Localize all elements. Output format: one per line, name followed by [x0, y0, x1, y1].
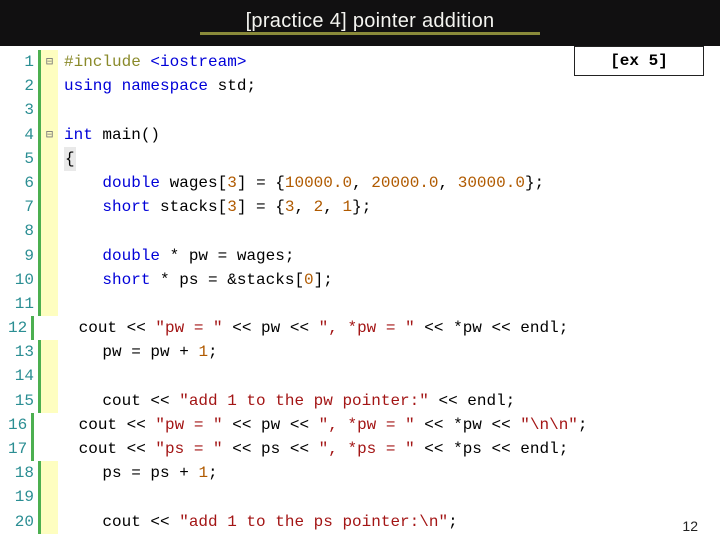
code-line: 14 [8, 364, 568, 388]
code-line: 12 cout << "pw = " << pw << ", *pw = " <… [8, 316, 568, 340]
code-text: ps = ps + 1; [58, 461, 218, 485]
fold-gutter [38, 268, 58, 292]
code-line: 10 short * ps = &stacks[0]; [8, 268, 568, 292]
fold-gutter [38, 389, 58, 413]
code-line: 5{ [8, 147, 568, 171]
line-number: 19 [8, 485, 38, 509]
code-line: 8 [8, 219, 568, 243]
code-line: 19 [8, 485, 568, 509]
fold-gutter [38, 364, 58, 388]
line-number: 9 [8, 244, 38, 268]
code-line: 6 double wages[3] = {10000.0, 20000.0, 3… [8, 171, 568, 195]
line-number: 14 [8, 364, 38, 388]
fold-gutter [38, 340, 58, 364]
code-line: 18 ps = ps + 1; [8, 461, 568, 485]
slide-title: [practice 4] pointer addition [200, 7, 540, 35]
fold-gutter [31, 437, 34, 461]
code-text: cout << "pw = " << pw << ", *pw = " << *… [34, 316, 568, 340]
code-line: 13 pw = pw + 1; [8, 340, 568, 364]
line-number: 12 [8, 316, 31, 340]
fold-gutter [38, 195, 58, 219]
fold-gutter [38, 171, 58, 195]
code-line: 4⊟int main() [8, 123, 568, 147]
fold-gutter [38, 98, 58, 122]
fold-gutter [38, 147, 58, 171]
code-line: 2 using namespace std; [8, 74, 568, 98]
line-number: 17 [8, 437, 31, 461]
fold-gutter [38, 244, 58, 268]
fold-gutter [38, 461, 58, 485]
code-line: 7 short stacks[3] = {3, 2, 1}; [8, 195, 568, 219]
code-text: cout << "pw = " << pw << ", *pw = " << *… [34, 413, 587, 437]
code-text: #include <iostream> [58, 50, 246, 74]
code-text [58, 485, 64, 509]
line-number: 5 [8, 147, 38, 171]
code-text: using namespace std; [58, 74, 256, 98]
line-number: 15 [8, 389, 38, 413]
code-text [58, 219, 64, 243]
line-number: 18 [8, 461, 38, 485]
fold-gutter [38, 292, 58, 316]
line-number: 6 [8, 171, 38, 195]
code-text: short * ps = &stacks[0]; [58, 268, 333, 292]
line-number: 13 [8, 340, 38, 364]
fold-gutter [38, 485, 58, 509]
code-text [58, 98, 64, 122]
code-text [58, 292, 64, 316]
code-editor: 1⊟#include <iostream>2using namespace st… [8, 50, 568, 534]
code-text: int main() [58, 123, 160, 147]
line-number: 2 [8, 74, 38, 98]
line-number: 4 [8, 123, 38, 147]
slide-title-bar: [practice 4] pointer addition [0, 0, 720, 46]
code-text: cout << "ps = " << ps << ", *ps = " << *… [34, 437, 568, 461]
code-line: 1⊟#include <iostream> [8, 50, 568, 74]
line-number: 16 [8, 413, 31, 437]
example-badge: [ex 5] [574, 46, 704, 76]
code-text: pw = pw + 1; [58, 340, 218, 364]
line-number: 8 [8, 219, 38, 243]
line-number: 1 [8, 50, 38, 74]
code-text: double wages[3] = {10000.0, 20000.0, 300… [58, 171, 544, 195]
slide-page-number: 12 [682, 518, 698, 534]
code-text: cout << "add 1 to the pw pointer:" << en… [58, 389, 515, 413]
code-line: 11 [8, 292, 568, 316]
code-text: cout << "add 1 to the ps pointer:\n"; [58, 510, 458, 534]
fold-gutter [31, 413, 34, 437]
fold-gutter: ⊟ [38, 50, 58, 74]
line-number: 10 [8, 268, 38, 292]
code-text: { [58, 147, 76, 171]
code-line: 15 cout << "add 1 to the pw pointer:" <<… [8, 389, 568, 413]
line-number: 7 [8, 195, 38, 219]
code-line: 20 cout << "add 1 to the ps pointer:\n"; [8, 510, 568, 534]
fold-gutter [31, 316, 34, 340]
line-number: 3 [8, 98, 38, 122]
fold-gutter [38, 219, 58, 243]
code-line: 17 cout << "ps = " << ps << ", *ps = " <… [8, 437, 568, 461]
fold-gutter [38, 74, 58, 98]
code-text: short stacks[3] = {3, 2, 1}; [58, 195, 371, 219]
code-text [58, 364, 64, 388]
code-line: 3 [8, 98, 568, 122]
fold-gutter [38, 510, 58, 534]
code-text: double * pw = wages; [58, 244, 294, 268]
line-number: 11 [8, 292, 38, 316]
line-number: 20 [8, 510, 38, 534]
code-line: 16 cout << "pw = " << pw << ", *pw = " <… [8, 413, 568, 437]
fold-gutter: ⊟ [38, 123, 58, 147]
code-line: 9 double * pw = wages; [8, 244, 568, 268]
